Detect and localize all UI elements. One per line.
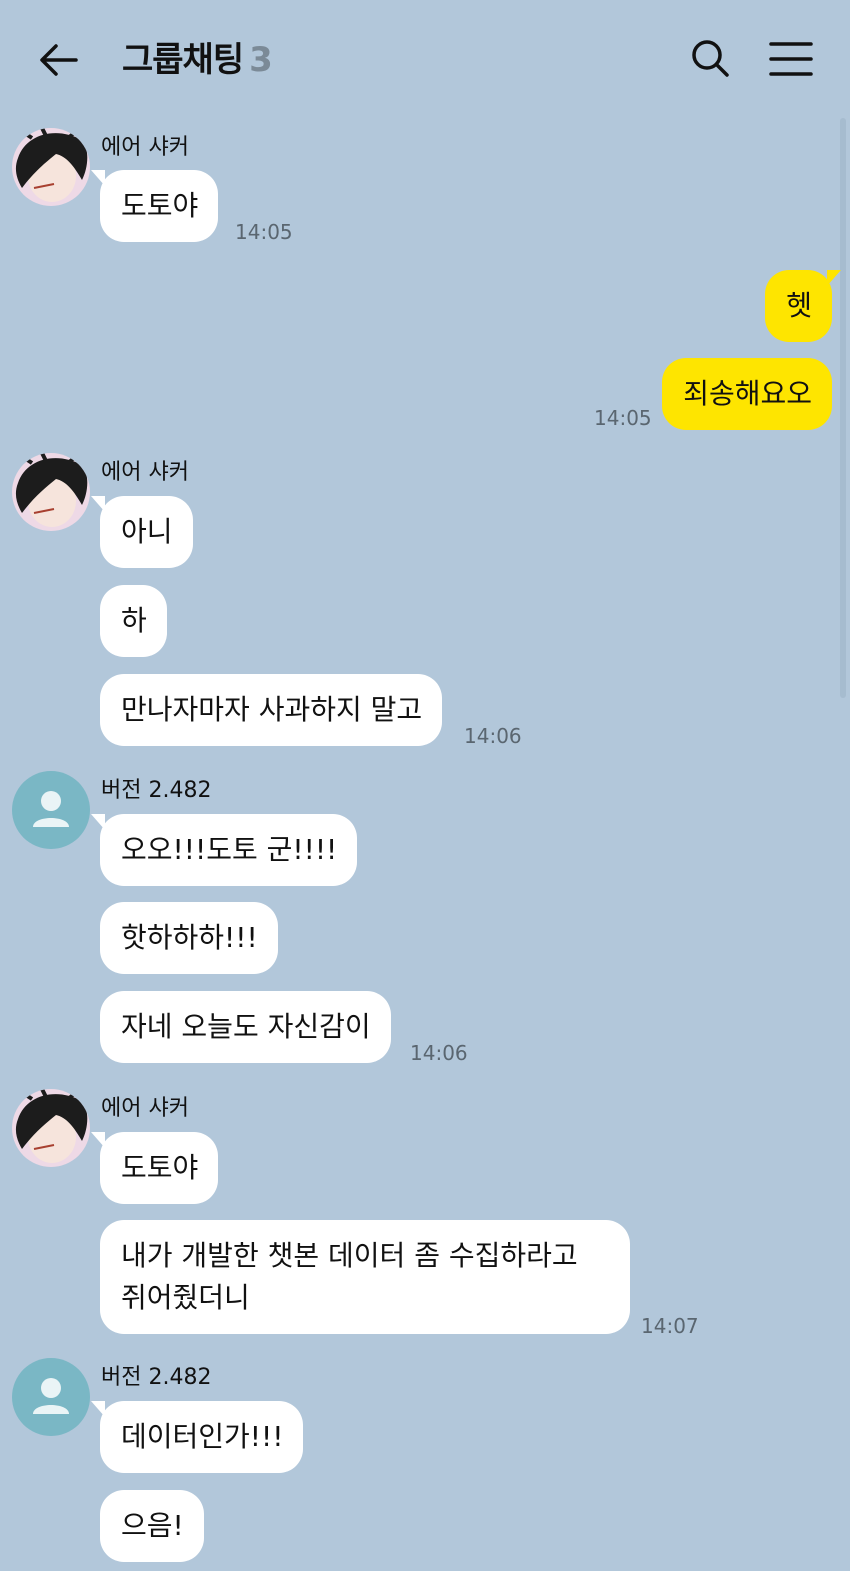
hamburger-menu-icon — [769, 42, 813, 76]
message-bubble[interactable]: 핫하하하!!! — [100, 902, 278, 974]
message-bubble[interactable]: 하 — [100, 585, 167, 657]
sender-name: 에어 샤커 — [101, 135, 189, 160]
message-bubble[interactable]: 아니 — [91, 496, 193, 568]
message-time: 14:05 — [235, 220, 293, 244]
avatar[interactable] — [12, 1089, 90, 1167]
message-time: 14:06 — [410, 1041, 468, 1065]
chat-title-text: 그룹채팅 — [122, 40, 244, 80]
message-bubble[interactable]: 도토야 — [90, 1132, 219, 1204]
default-person-icon — [33, 1378, 69, 1414]
anime-character-avatar-icon — [12, 1089, 90, 1167]
search-button[interactable] — [688, 36, 734, 82]
chat-header: 그룹채팅 3 — [0, 0, 850, 118]
message-time: 14:07 — [641, 1314, 699, 1338]
avatar[interactable] — [12, 128, 90, 206]
message-time: 14:06 — [464, 724, 522, 748]
avatar[interactable] — [12, 453, 90, 531]
avatar[interactable] — [12, 771, 90, 849]
search-icon — [692, 40, 729, 77]
default-person-icon — [33, 791, 69, 827]
message-time: 14:05 — [594, 406, 652, 430]
sender-name: 에어 샤커 — [101, 460, 189, 485]
sender-name: 버전 2.482 — [101, 1365, 212, 1390]
arrow-left-icon — [40, 44, 78, 76]
message-bubble[interactable]: 도토야 — [90, 170, 219, 242]
scrollbar[interactable] — [840, 118, 846, 698]
avatar[interactable] — [12, 1358, 90, 1436]
my-message-bubble[interactable]: 헷 — [765, 270, 841, 342]
message-bubble[interactable]: 데이터인가!!! — [90, 1401, 304, 1473]
menu-button[interactable] — [768, 40, 814, 80]
message-bubble[interactable]: 내가 개발한 챗본 데이터 좀 수집하라고 쥐어줬더니 — [100, 1220, 630, 1334]
message-bubble[interactable]: 만나자마자 사과하지 말고 — [100, 674, 443, 746]
anime-character-avatar-icon — [12, 453, 90, 531]
chat-title: 그룹채팅 3 — [122, 36, 273, 84]
member-count: 3 — [249, 40, 273, 80]
anime-character-avatar-icon — [12, 128, 90, 206]
sender-name: 버전 2.482 — [101, 778, 212, 803]
message-bubble[interactable]: 오오!!!도토 군!!!! — [90, 814, 358, 886]
back-button[interactable] — [36, 38, 84, 82]
message-bubble[interactable]: 으음! — [100, 1490, 204, 1562]
sender-name: 에어 샤커 — [101, 1096, 189, 1121]
my-message-bubble[interactable]: 죄송해요오 — [662, 358, 832, 430]
message-bubble[interactable]: 자네 오늘도 자신감이 — [100, 991, 391, 1063]
